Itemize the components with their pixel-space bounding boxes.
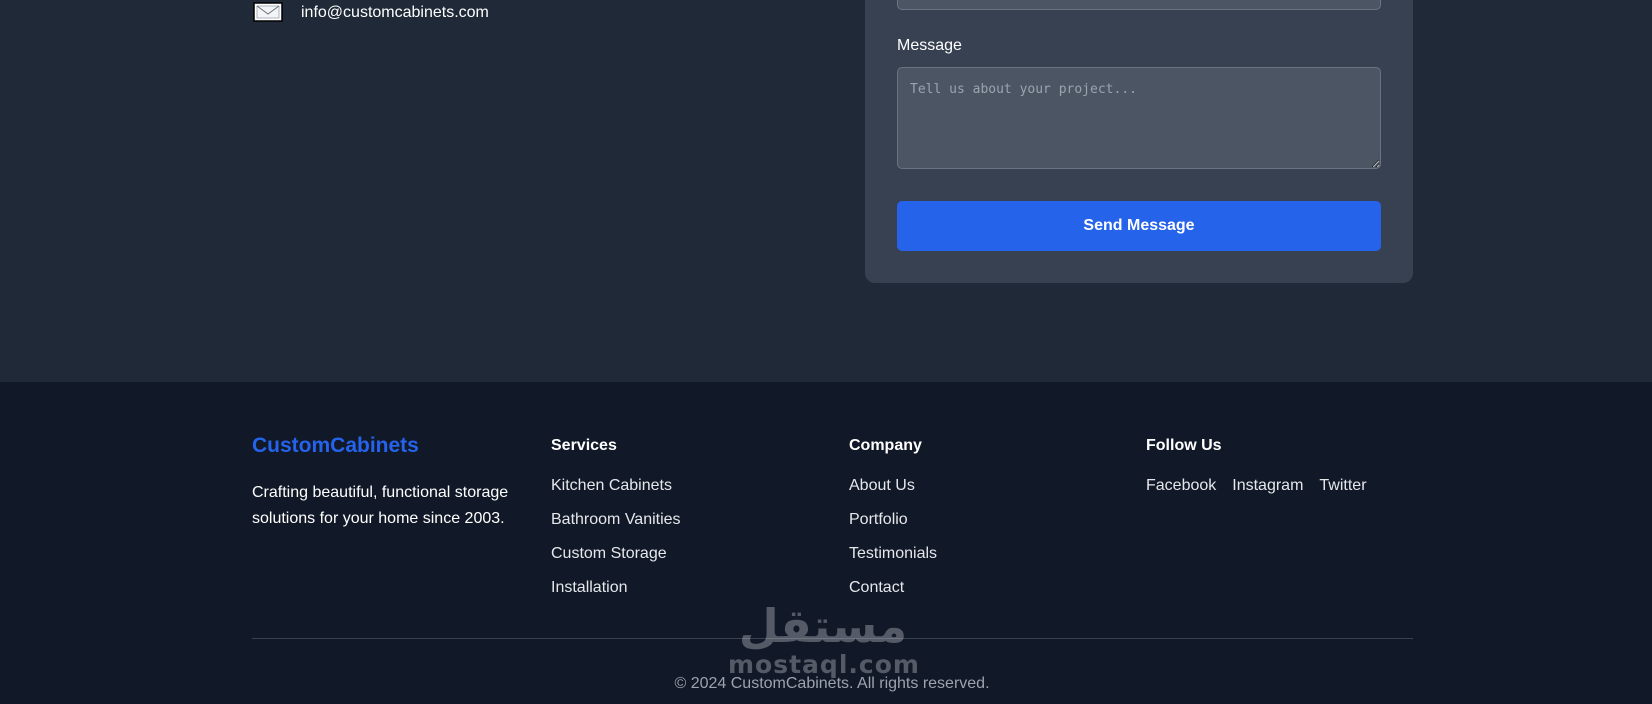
footer-link-portfolio[interactable]: Portfolio bbox=[849, 503, 937, 537]
contact-email[interactable]: info@customcabinets.com bbox=[301, 4, 489, 22]
footer-link-custom-storage[interactable]: Custom Storage bbox=[551, 537, 681, 571]
footer-link-kitchen-cabinets[interactable]: Kitchen Cabinets bbox=[551, 469, 681, 503]
social-link-twitter[interactable]: Twitter bbox=[1319, 469, 1366, 503]
form-input-field[interactable] bbox=[897, 0, 1381, 10]
footer-link-contact[interactable]: Contact bbox=[849, 571, 937, 605]
footer-link-installation[interactable]: Installation bbox=[551, 571, 681, 605]
footer-copyright: © 2024 CustomCabinets. All rights reserv… bbox=[674, 675, 990, 692]
message-label: Message bbox=[897, 37, 962, 54]
footer-social-column: Follow Us Facebook Instagram Twitter bbox=[1146, 434, 1383, 503]
social-link-instagram[interactable]: Instagram bbox=[1232, 469, 1303, 503]
social-link-facebook[interactable]: Facebook bbox=[1146, 469, 1216, 503]
contact-email-row: info@customcabinets.com bbox=[253, 0, 489, 26]
footer-brand[interactable]: CustomCabinets bbox=[252, 434, 419, 458]
social-links: Facebook Instagram Twitter bbox=[1146, 469, 1383, 503]
message-textarea[interactable] bbox=[897, 67, 1381, 169]
footer-link-about-us[interactable]: About Us bbox=[849, 469, 937, 503]
footer-divider bbox=[252, 638, 1413, 639]
footer-link-testimonials[interactable]: Testimonials bbox=[849, 537, 937, 571]
send-message-button[interactable]: Send Message bbox=[897, 201, 1381, 251]
footer-link-bathroom-vanities[interactable]: Bathroom Vanities bbox=[551, 503, 681, 537]
footer-tagline: Crafting beautiful, functional storage s… bbox=[252, 484, 509, 527]
contact-section: info@customcabinets.com Message Send Mes… bbox=[0, 0, 1652, 382]
contact-form-card: Message Send Message bbox=[865, 0, 1413, 283]
site-footer: CustomCabinets Crafting beautiful, funct… bbox=[0, 382, 1652, 704]
footer-company-title: Company bbox=[849, 437, 922, 454]
footer-social-title: Follow Us bbox=[1146, 437, 1222, 454]
footer-company-column: Company About Us Portfolio Testimonials … bbox=[849, 434, 937, 605]
envelope-icon bbox=[253, 2, 283, 22]
footer-services-title: Services bbox=[551, 437, 617, 454]
footer-services-column: Services Kitchen Cabinets Bathroom Vanit… bbox=[551, 434, 681, 605]
